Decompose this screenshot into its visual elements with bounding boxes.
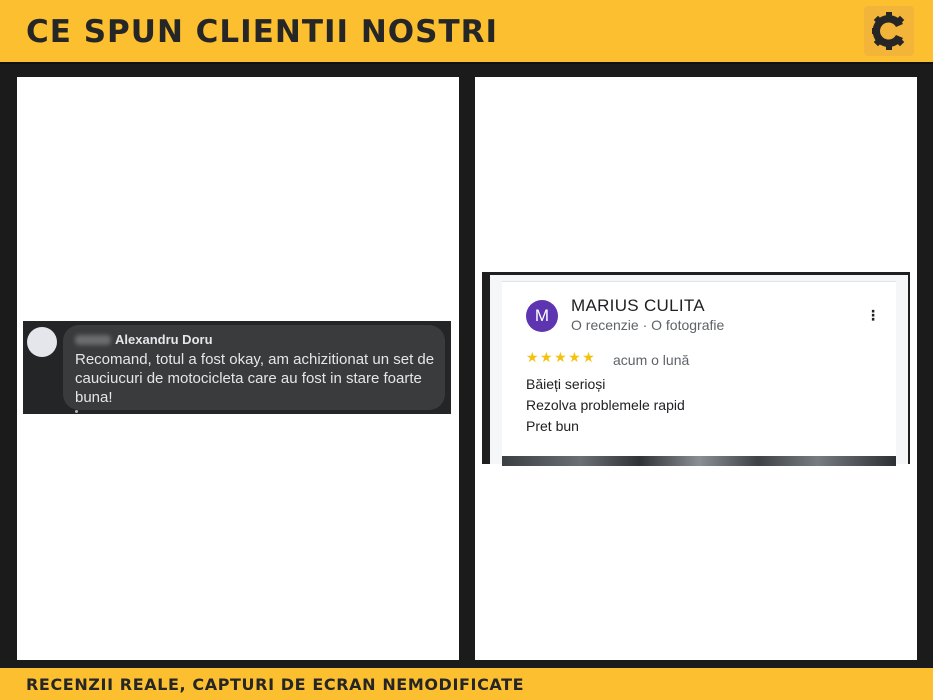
facebook-comment-screenshot: Alexandru Doru Recomand, totul a fost ok…	[23, 321, 451, 414]
review-date: acum o lună	[613, 352, 690, 368]
blurred-first-name	[75, 335, 111, 345]
comment-text: Recomand, totul a fost okay, am achiziti…	[75, 351, 435, 406]
page-title: CE SPUN CLIENTII NOSTRI	[26, 14, 499, 50]
header-bar: CE SPUN CLIENTII NOSTRI	[0, 0, 933, 64]
reviewer-meta: O recenzie · O fotografie	[571, 317, 725, 333]
review-line: Pret bun	[526, 418, 579, 434]
more-options-icon[interactable]: ⋮	[866, 308, 880, 324]
review-line: Rezolva problemele rapid	[526, 397, 685, 413]
review-panel-right: M MARIUS CULITA O recenzie · O fotografi…	[475, 77, 917, 660]
logo[interactable]	[864, 6, 914, 56]
commenter-avatar	[27, 327, 57, 357]
reviewer-avatar: M	[526, 300, 558, 332]
reviewer-name: MARIUS CULITA	[571, 296, 705, 315]
google-review-body: M MARIUS CULITA O recenzie · O fotografi…	[502, 281, 896, 466]
google-review-screenshot: M MARIUS CULITA O recenzie · O fotografi…	[482, 272, 910, 466]
comment-action-dot	[75, 410, 78, 413]
commenter-name: Alexandru Doru	[75, 332, 213, 347]
footer-bar: RECENZII REALE, CAPTURI DE ECRAN NEMODIF…	[0, 668, 933, 700]
star-rating: ★★★★★	[526, 350, 597, 366]
google-review-card: M MARIUS CULITA O recenzie · O fotografi…	[490, 275, 908, 466]
review-line: Băieți serioși	[526, 376, 606, 392]
c-gear-logo-icon	[872, 12, 905, 50]
commenter-visible-name: Alexandru Doru	[115, 332, 213, 347]
review-panel-left: Alexandru Doru Recomand, totul a fost ok…	[17, 77, 459, 660]
footer-caption: RECENZII REALE, CAPTURI DE ECRAN NEMODIF…	[26, 675, 525, 694]
comment-bubble: Alexandru Doru Recomand, totul a fost ok…	[63, 325, 445, 410]
review-photo[interactable]	[502, 456, 896, 466]
